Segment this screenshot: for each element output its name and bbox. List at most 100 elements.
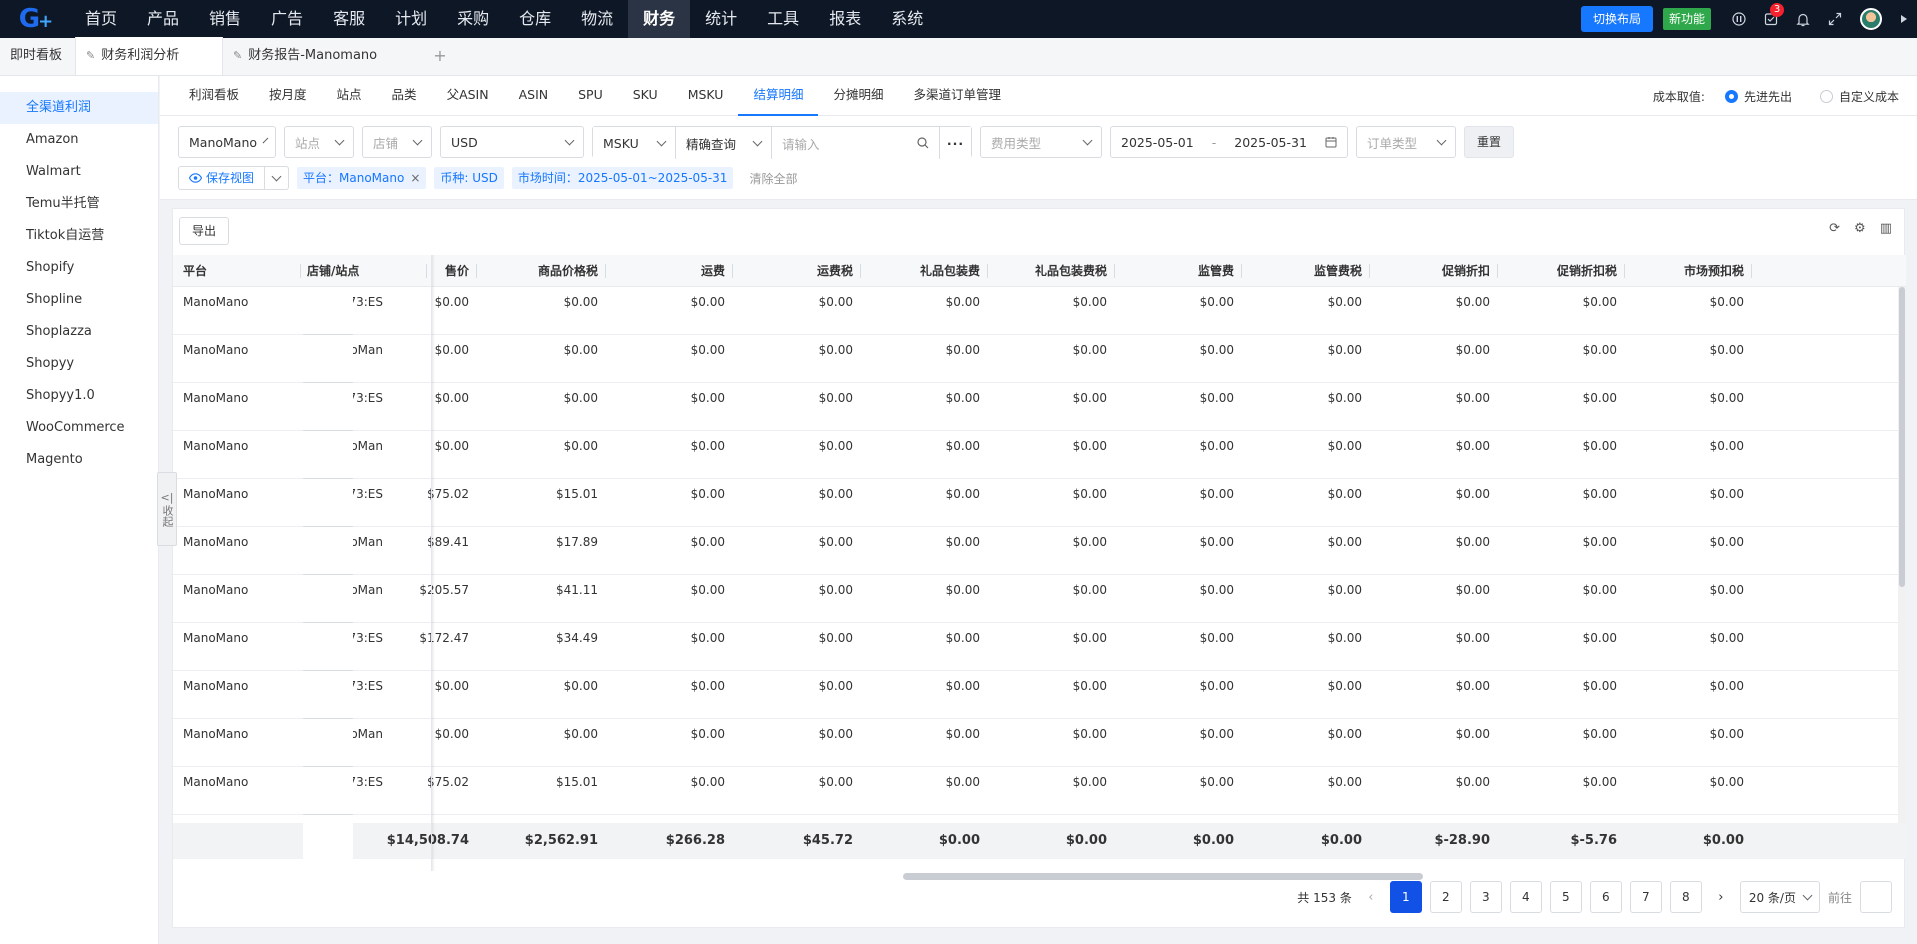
subtab[interactable]: MSKU (673, 76, 739, 116)
page-button[interactable]: 3 (1469, 881, 1502, 913)
column-separator[interactable] (300, 264, 301, 278)
date-range-picker[interactable]: 2025-05-01 - 2025-05-31 (1110, 126, 1348, 158)
subtab[interactable]: 按月度 (254, 76, 322, 116)
nav-item[interactable]: 工具 (752, 0, 814, 38)
page-button[interactable]: 1 (1389, 881, 1422, 913)
more-options-button[interactable]: ··· (939, 127, 971, 159)
save-view-dropdown[interactable] (264, 167, 288, 189)
fee-type-select[interactable]: 费用类型 (980, 126, 1102, 158)
save-view-button[interactable]: 保存视图 (179, 167, 264, 189)
columns-icon[interactable]: ▥ (1880, 221, 1892, 236)
sidebar-item[interactable]: Amazon (0, 124, 158, 156)
nav-item[interactable]: 报表 (814, 0, 876, 38)
add-tab-button[interactable]: + (418, 37, 462, 75)
nav-item[interactable]: 首页 (70, 0, 132, 38)
sidebar-item[interactable]: Shopify (0, 252, 158, 284)
nav-item[interactable]: 物流 (566, 0, 628, 38)
clear-all-filters-link[interactable]: 清除全部 (749, 170, 797, 187)
page-size-select[interactable]: 20 条/页 (1739, 881, 1820, 913)
nav-item[interactable]: 采购 (442, 0, 504, 38)
sidebar-item[interactable]: WooCommerce (0, 412, 158, 444)
nav-item[interactable]: 统计 (690, 0, 752, 38)
bell-icon[interactable] (1787, 0, 1819, 38)
sidebar-item[interactable]: 全渠道利润 (0, 92, 158, 124)
export-button[interactable]: 导出 (179, 217, 230, 245)
sidebar-item[interactable]: Magento (0, 444, 158, 476)
task-icon[interactable]: 3 (1755, 0, 1787, 38)
nav-item[interactable]: 产品 (132, 0, 194, 38)
sidebar-item[interactable]: Shoplazza (0, 316, 158, 348)
column-separator[interactable] (732, 264, 733, 278)
switch-layout-button[interactable]: 切换布局 (1580, 6, 1653, 32)
subtab[interactable]: 分摊明细 (818, 76, 898, 116)
column-separator[interactable] (1624, 264, 1625, 278)
sidebar-item[interactable]: Tiktok自运营 (0, 220, 158, 252)
dimension-select[interactable]: MSKU (593, 127, 675, 159)
platform-select[interactable]: ManoMano (178, 126, 276, 158)
page-button[interactable]: 5 (1549, 881, 1582, 913)
collapse-sidebar-button[interactable]: <| 收起 (157, 472, 177, 546)
subtab[interactable]: ASIN (504, 76, 564, 116)
page-button[interactable]: 2 (1429, 881, 1462, 913)
subtab[interactable]: SKU (618, 76, 673, 116)
subtab[interactable]: 站点 (322, 76, 377, 116)
caret-right-icon[interactable] (1891, 0, 1917, 38)
nav-item[interactable]: 销售 (194, 0, 256, 38)
page-button[interactable]: 7 (1629, 881, 1662, 913)
sidebar-item[interactable]: Shopyy1.0 (0, 380, 158, 412)
logo[interactable]: G+ (0, 0, 70, 38)
subtab[interactable]: 品类 (377, 76, 432, 116)
sidebar-item[interactable]: Shopyy (0, 348, 158, 380)
page-button[interactable]: 6 (1589, 881, 1622, 913)
reset-button[interactable]: 重置 (1464, 126, 1515, 158)
store-select[interactable]: 店铺 (362, 126, 432, 158)
nav-item[interactable]: 仓库 (504, 0, 566, 38)
nav-item[interactable]: 客服 (318, 0, 380, 38)
page-tab-profit-analysis[interactable]: ✎ 财务利润分析 (75, 37, 223, 75)
radio-fifo[interactable] (1724, 89, 1738, 103)
page-button[interactable]: 8 (1669, 881, 1702, 913)
column-separator[interactable] (605, 264, 606, 278)
column-separator[interactable] (1369, 264, 1370, 278)
gear-icon[interactable]: ⚙ (1854, 221, 1866, 236)
search-input[interactable]: 请输入 (771, 127, 939, 159)
close-icon[interactable]: × (410, 167, 420, 189)
column-separator[interactable] (1497, 264, 1498, 278)
column-separator[interactable] (860, 264, 861, 278)
nav-item[interactable]: 系统 (876, 0, 938, 38)
subtab[interactable]: 利润看板 (174, 76, 254, 116)
column-separator[interactable] (987, 264, 988, 278)
page-tab-finance-report[interactable]: ✎ 财务报告-Manomano (223, 37, 418, 75)
user-avatar[interactable] (1851, 0, 1891, 38)
sidebar-item[interactable]: Walmart (0, 156, 158, 188)
horizontal-scrollbar[interactable] (173, 871, 1906, 881)
nav-item[interactable]: 计划 (380, 0, 442, 38)
search-icon[interactable] (917, 137, 929, 149)
refresh-icon[interactable]: ⟳ (1829, 221, 1840, 236)
pause-icon[interactable] (1723, 0, 1755, 38)
currency-select[interactable]: USD (440, 126, 584, 158)
query-mode-select[interactable]: 精确查询 (675, 127, 771, 159)
goto-page-input[interactable] (1860, 881, 1892, 913)
sidebar-item[interactable]: Shopline (0, 284, 158, 316)
page-button[interactable]: 4 (1509, 881, 1542, 913)
subtab[interactable]: SPU (563, 76, 618, 116)
vertical-scrollbar-thumb[interactable] (1899, 287, 1905, 587)
page-tab-dashboard[interactable]: 即时看板 (0, 37, 75, 75)
prev-page-button[interactable]: ‹ (1360, 890, 1382, 905)
subtab[interactable]: 结算明细 (738, 76, 819, 116)
radio-custom-cost[interactable] (1819, 89, 1833, 103)
sidebar-item[interactable]: Temu半托管 (0, 188, 158, 220)
subtab[interactable]: 多渠道订单管理 (898, 76, 1016, 116)
nav-item[interactable]: 广告 (256, 0, 318, 38)
column-separator[interactable] (1114, 264, 1115, 278)
column-separator[interactable] (476, 264, 477, 278)
subtab[interactable]: 父ASIN (432, 76, 504, 116)
site-select[interactable]: 站点 (284, 126, 354, 158)
next-page-button[interactable]: › (1710, 890, 1732, 905)
column-separator[interactable] (1751, 264, 1752, 278)
nav-item[interactable]: 财务 (628, 0, 691, 38)
order-type-select[interactable]: 订单类型 (1356, 126, 1456, 158)
horizontal-scrollbar-thumb[interactable] (903, 873, 1423, 880)
new-feature-button[interactable]: 新功能 (1662, 8, 1711, 30)
